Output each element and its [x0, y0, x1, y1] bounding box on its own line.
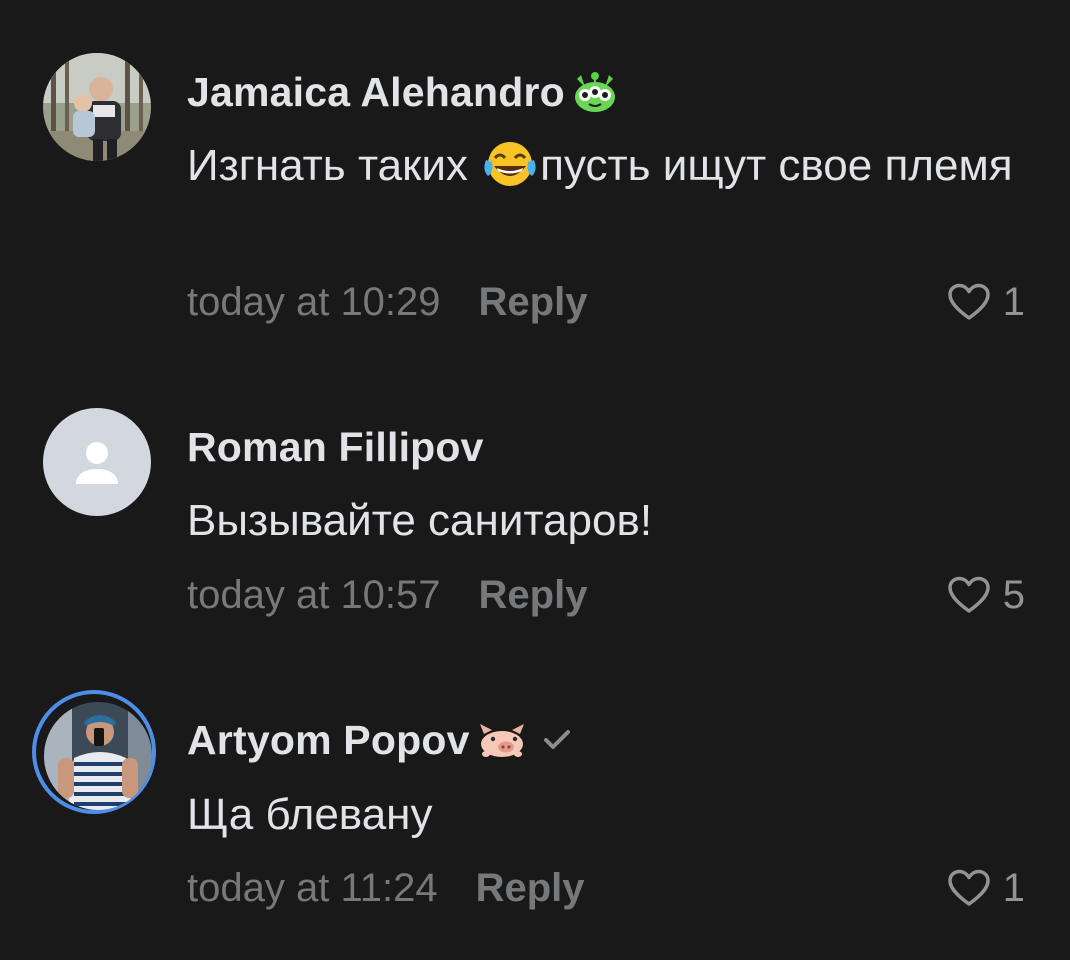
comment-time: today at 11:24	[187, 865, 438, 910]
author-name[interactable]: Artyom Popov	[187, 717, 470, 764]
avatar[interactable]	[43, 53, 151, 161]
heart-outline-icon	[948, 869, 990, 906]
author-name[interactable]: Roman Fillipov	[187, 424, 484, 471]
user-placeholder-icon	[76, 442, 118, 484]
author-row: Artyom Popov	[187, 716, 572, 764]
avatar	[44, 702, 152, 810]
like-button[interactable]: 1	[947, 863, 1025, 913]
alien-cat-emoji-icon	[571, 71, 619, 113]
comment-meta: today at 10:29 Reply	[187, 277, 587, 327]
comment-text-part: Изгнать таких	[187, 141, 481, 190]
reply-button[interactable]: Reply	[479, 280, 588, 325]
comment-text: Ща блевану	[187, 790, 433, 839]
avatar-photo	[44, 702, 152, 810]
verified-check-icon	[542, 727, 572, 753]
comment-meta: today at 10:57 Reply	[187, 570, 587, 620]
author-name[interactable]: Jamaica Alehandro	[187, 69, 565, 116]
comment-time: today at 10:29	[187, 279, 441, 324]
comment-text: Вызывайте санитаров!	[187, 496, 653, 545]
comment-meta: today at 11:24 Reply	[187, 863, 585, 913]
like-count: 1	[1002, 279, 1025, 324]
like-count: 5	[1002, 572, 1025, 617]
comment-text: Изгнать таких пусть ищут свое племя	[187, 135, 1037, 197]
tears-of-joy-emoji-icon	[480, 138, 540, 188]
author-row: Jamaica Alehandro	[187, 68, 619, 116]
like-count: 1	[1002, 865, 1025, 910]
author-row: Roman Fillipov	[187, 423, 484, 471]
like-button[interactable]: 5	[947, 570, 1025, 620]
avatar[interactable]	[43, 408, 151, 516]
like-button[interactable]: 1	[947, 277, 1025, 327]
avatar-photo	[43, 53, 151, 161]
reply-button[interactable]: Reply	[479, 573, 588, 618]
heart-outline-icon	[948, 576, 990, 613]
comment-time: today at 10:57	[187, 572, 441, 617]
heart-outline-icon	[948, 283, 990, 320]
reply-button[interactable]: Reply	[476, 866, 585, 911]
comment-text-part: пусть ищут свое племя	[540, 141, 1013, 190]
story-ring[interactable]	[32, 690, 156, 814]
pig-emoji-icon	[476, 720, 528, 760]
